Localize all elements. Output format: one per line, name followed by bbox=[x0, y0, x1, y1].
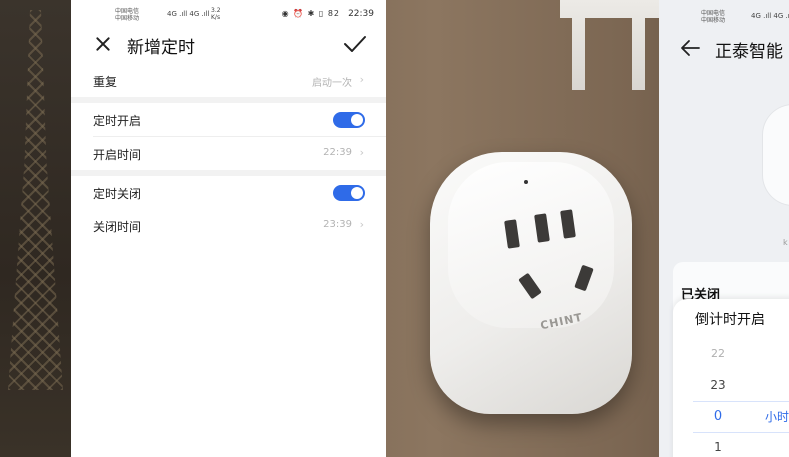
timer-off-toggle[interactable] bbox=[333, 185, 365, 201]
device-image bbox=[763, 105, 789, 205]
plug-brand: CHINT bbox=[539, 310, 584, 333]
carrier-2: 中国移动 bbox=[115, 15, 140, 22]
timer-on-row: 定时开启 bbox=[71, 103, 386, 136]
back-arrow-icon[interactable] bbox=[679, 38, 701, 58]
toggle-knob bbox=[351, 187, 363, 199]
picker-unit: 小时 bbox=[765, 410, 789, 424]
carrier-info: 中国电信 中国移动 bbox=[701, 10, 725, 24]
repeat-value: 启动一次 bbox=[312, 78, 352, 89]
tower-lattice bbox=[8, 10, 63, 390]
picker-highlight-line bbox=[693, 401, 789, 402]
timer-off-label: 定时关闭 bbox=[93, 187, 142, 201]
close-icon[interactable] bbox=[91, 32, 115, 56]
picker-selected-item[interactable]: 0 bbox=[673, 409, 763, 424]
app-bar: 新增定时 bbox=[71, 28, 386, 62]
countdown-sheet: 倒计时开启 22 23 0 小时 1 bbox=[673, 299, 789, 457]
off-time-label: 关闭时间 bbox=[93, 220, 142, 234]
plug-slot bbox=[574, 264, 594, 292]
carrier-1: 中国电信 bbox=[701, 10, 726, 17]
on-time-label: 开启时间 bbox=[93, 148, 142, 162]
repeat-row[interactable]: 重复 启动一次 › bbox=[71, 64, 386, 97]
confirm-check-icon[interactable] bbox=[342, 32, 368, 56]
picker-item[interactable]: 23 bbox=[673, 378, 763, 392]
timer-on-label: 定时开启 bbox=[93, 114, 142, 128]
picker-highlight-line bbox=[693, 432, 789, 433]
chevron-right-icon: › bbox=[359, 218, 364, 231]
speed-unit: K/s bbox=[211, 14, 221, 21]
status-icons: ◉ ⏰ ✱ ▯ 82 bbox=[281, 9, 340, 18]
picker-item[interactable]: 22 bbox=[673, 347, 763, 360]
signal-icon: 4G .ıll 4G .ıll ≋ bbox=[751, 12, 789, 20]
plug-slot bbox=[560, 209, 576, 239]
timer-off-row: 定时关闭 bbox=[71, 176, 386, 209]
on-time-value: 22:39 bbox=[323, 147, 352, 158]
carrier-info: 中国电信 中国移动 bbox=[115, 8, 139, 22]
picker-item[interactable]: 1 bbox=[673, 440, 763, 454]
status-bar: 中国电信 中国移动 4G .ıll 4G .ıll 3.2 K/s ◉ ⏰ ✱ … bbox=[71, 6, 386, 26]
chevron-right-icon: › bbox=[359, 73, 364, 86]
status-time: 22:39 bbox=[348, 9, 374, 19]
plug-slot bbox=[518, 272, 542, 300]
carrier-2: 中国移动 bbox=[701, 17, 726, 24]
device-caption: k bbox=[783, 238, 788, 247]
network-speed: 3.2 K/s bbox=[211, 7, 221, 21]
plug-led bbox=[524, 180, 528, 184]
speed-value: 3.2 bbox=[211, 7, 221, 14]
toggle-knob bbox=[351, 114, 363, 126]
plug-slot bbox=[504, 219, 520, 249]
off-time-row[interactable]: 关闭时间 23:39 › bbox=[71, 209, 386, 242]
smart-plug-photo: CHINT bbox=[430, 152, 632, 414]
on-time-row[interactable]: 开启时间 22:39 › bbox=[71, 137, 386, 170]
plug-slot bbox=[534, 213, 550, 243]
repeat-label: 重复 bbox=[93, 75, 118, 89]
signal-icon: 4G .ıll 4G .ıll bbox=[167, 10, 210, 18]
left-phone-screen: 中国电信 中国移动 4G .ıll 4G .ıll 3.2 K/s ◉ ⏰ ✱ … bbox=[71, 0, 386, 457]
eiffel-tower-model bbox=[0, 0, 71, 457]
carrier-1: 中国电信 bbox=[115, 8, 140, 15]
sheet-title: 倒计时开启 bbox=[695, 312, 765, 328]
chevron-right-icon: › bbox=[359, 146, 364, 159]
plug-face: CHINT bbox=[448, 162, 614, 332]
page-title: 新增定时 bbox=[127, 38, 195, 58]
device-title: 正泰智能 bbox=[715, 42, 783, 62]
right-phone-screen: 中国电信 中国移动 4G .ıll 4G .ıll ≋ 正泰智能 k 已关闭 倒… bbox=[659, 0, 789, 457]
off-time-value: 23:39 bbox=[323, 219, 352, 230]
timer-on-toggle[interactable] bbox=[333, 112, 365, 128]
